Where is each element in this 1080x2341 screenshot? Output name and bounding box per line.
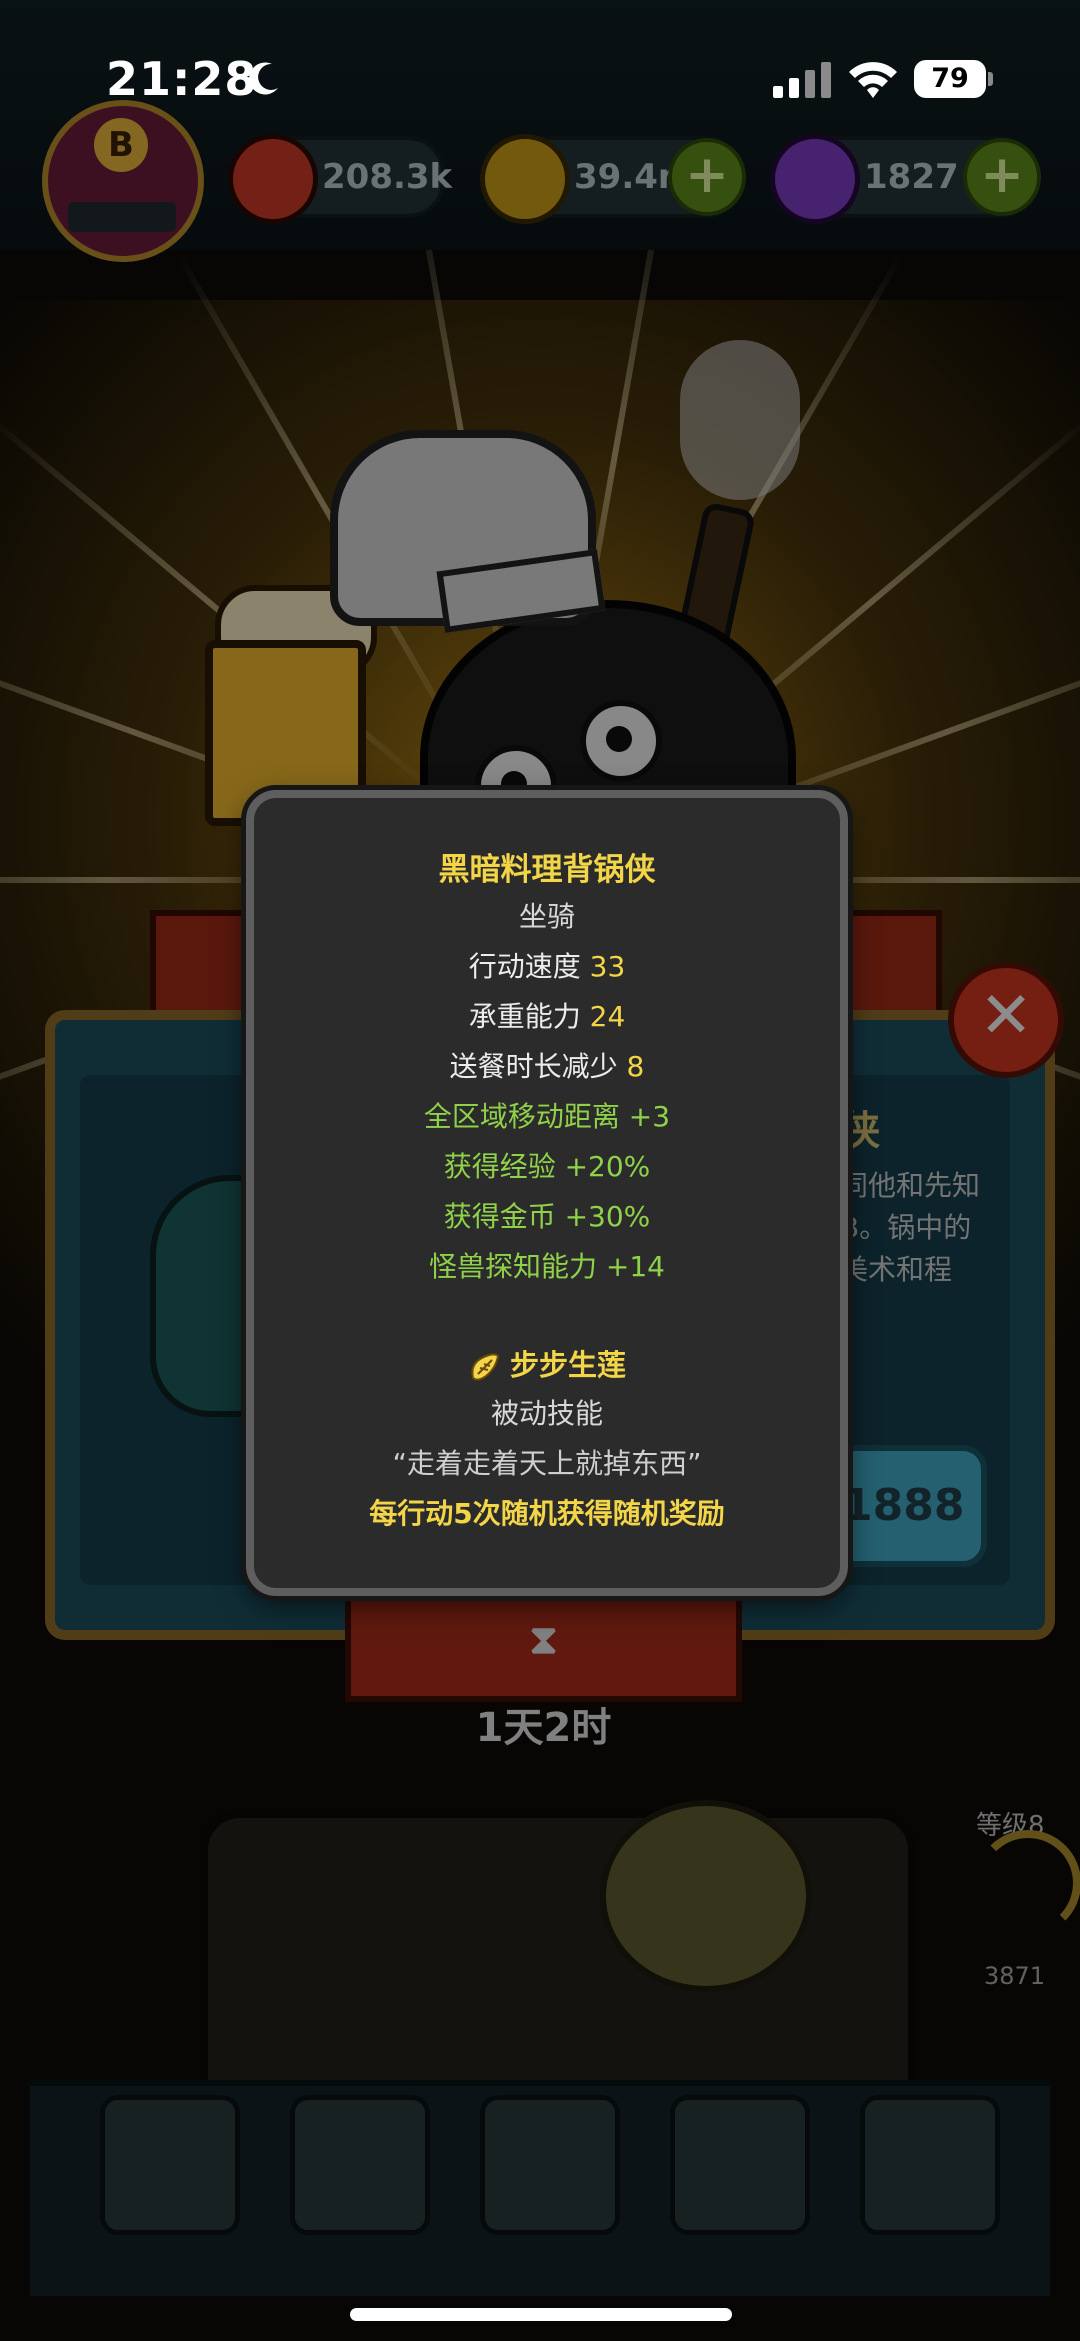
stat-label: 行动速度	[468, 950, 581, 983]
stat-label: 承重能力	[468, 1000, 581, 1033]
cellular-signal-icon	[773, 62, 831, 98]
skill-type: 被动技能	[490, 1397, 603, 1430]
bonus-row: 全区域移动距离 +3	[423, 1100, 671, 1133]
bonus-row: 怪兽探知能力 +14	[429, 1250, 665, 1283]
stat-row: 送餐时长减少 8	[254, 1045, 840, 1085]
popup-title: 黑暗料理背锅侠	[438, 852, 656, 888]
stat-label: 送餐时长减少	[449, 1050, 618, 1083]
skill-effect: 每行动5次随机获得随机奖励	[369, 1497, 725, 1530]
popup-category: 坐骑	[518, 900, 575, 933]
moon-icon	[249, 62, 278, 95]
status-time: 21:28	[106, 52, 258, 106]
bonus-row: 获得经验 +20%	[443, 1150, 651, 1183]
mount-info-popup: 黑暗料理背锅侠 坐骑 行动速度 33 承重能力 24 送餐时长减少 8 全区域移…	[246, 790, 848, 1596]
stat-value: 33	[589, 950, 626, 983]
skill-name-row: 步步生莲	[254, 1342, 840, 1384]
battery-level: 79	[931, 63, 969, 94]
skill-quote: “走着走着天上就掉东西”	[392, 1447, 702, 1480]
lotus-skill-icon	[471, 1353, 500, 1381]
battery-icon: 79	[914, 60, 993, 98]
skill-name: 步步生莲	[509, 1348, 626, 1382]
stat-value: 24	[589, 1000, 626, 1033]
stat-row: 承重能力 24	[254, 995, 840, 1035]
wifi-icon	[849, 62, 897, 98]
stat-row: 行动速度 33	[254, 945, 840, 985]
bonus-row: 获得金币 +30%	[443, 1200, 651, 1233]
home-indicator[interactable]	[350, 2308, 732, 2321]
stat-value: 8	[626, 1050, 645, 1083]
